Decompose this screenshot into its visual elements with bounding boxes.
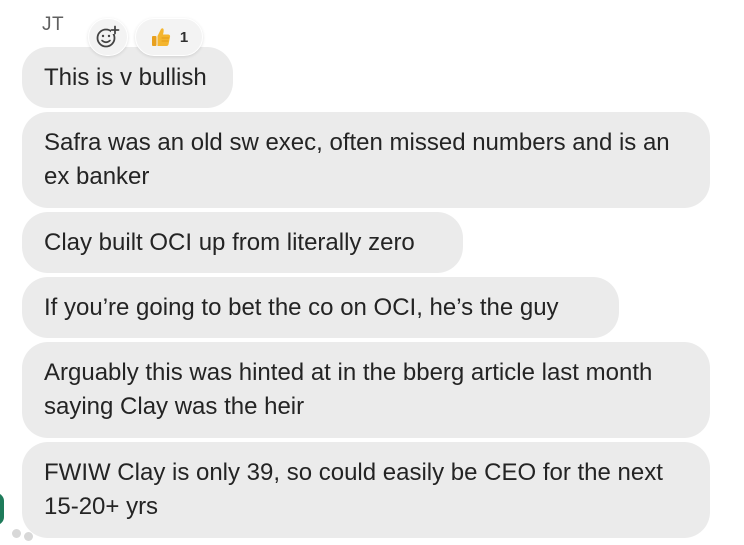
message-bubble[interactable]: If you’re going to bet the co on OCI, he… xyxy=(22,277,619,338)
message-bubble[interactable]: This is v bullish xyxy=(22,47,233,108)
thumbs-up-reaction[interactable]: 1 xyxy=(135,18,203,56)
message-text: This is v bullish xyxy=(44,63,207,91)
message-text: Safra was an old sw exec, often missed n… xyxy=(44,129,670,190)
message-bubble[interactable]: Arguably this was hinted at in the bberg… xyxy=(22,342,710,438)
message-bubble[interactable]: Safra was an old sw exec, often missed n… xyxy=(22,112,710,208)
message-bubble[interactable]: Clay built OCI up from literally zero xyxy=(22,212,463,273)
message-text: FWIW Clay is only 39, so could easily be… xyxy=(44,459,663,520)
reaction-bar: 1 xyxy=(88,18,203,56)
decorative-dot xyxy=(12,529,21,538)
message-text: If you’re going to bet the co on OCI, he… xyxy=(44,293,559,321)
thumbs-up-icon xyxy=(151,28,170,46)
add-reaction-icon xyxy=(96,25,120,48)
decorative-dot xyxy=(24,532,33,541)
message-text: Clay built OCI up from literally zero xyxy=(44,228,415,256)
message-bubble[interactable]: FWIW Clay is only 39, so could easily be… xyxy=(22,442,710,538)
chat-message-group: JT 1 This is v bullish Safra was an old xyxy=(0,0,744,545)
add-reaction-button[interactable] xyxy=(88,18,128,56)
sender-name: JT xyxy=(42,14,65,35)
message-text: Arguably this was hinted at in the bberg… xyxy=(44,359,653,420)
reaction-count: 1 xyxy=(179,28,189,46)
presence-indicator xyxy=(0,493,4,525)
